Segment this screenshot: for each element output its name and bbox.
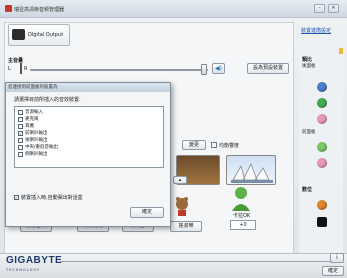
option-label: 耳機 [25, 124, 34, 129]
environment-opera-image[interactable] [226, 155, 276, 185]
info-icon: i [336, 254, 338, 261]
option-label: 音源輸入 [25, 110, 43, 115]
opera-house-icon [231, 163, 273, 183]
digital-output-device-icon [12, 29, 25, 40]
modify-button[interactable]: 變更 [182, 140, 206, 150]
speaker-mute-button[interactable]: ◀) [212, 63, 225, 74]
dialog-ok-button[interactable]: 確定 [130, 207, 164, 218]
option-checkbox[interactable] [18, 109, 23, 115]
digital-title: 數位 [302, 187, 313, 193]
option-checkbox[interactable] [18, 151, 23, 157]
option-line-in[interactable]: 音源輸入 [18, 109, 43, 115]
footer-divider [60, 261, 330, 262]
eq-rock-button[interactable]: 搖滾樂 [170, 221, 202, 232]
device-tab-label: Digital Output [28, 32, 64, 38]
karaoke-label: 卡拉OK [233, 213, 251, 219]
balance-left-label: L [8, 66, 11, 72]
front-panel-label: 前面板 [302, 130, 316, 135]
option-label: 前喇叭輸出 [25, 131, 48, 136]
jack-pink[interactable] [317, 114, 327, 124]
jack-front-green[interactable] [317, 142, 327, 152]
option-headphone[interactable]: 耳機 [18, 123, 34, 129]
option-checkbox[interactable] [18, 116, 23, 122]
volume-slider-knob[interactable] [201, 64, 207, 75]
option-side-speaker[interactable]: 側喇叭輸出 [18, 151, 48, 157]
option-microphone[interactable]: 麥克風 [18, 116, 39, 122]
option-rear-speaker[interactable]: 後喇叭輸出 [18, 137, 48, 143]
collapse-tab[interactable] [339, 48, 343, 54]
auto-popup-checkbox[interactable]: ✓ [14, 195, 19, 200]
option-checkbox[interactable] [18, 144, 23, 150]
karaoke-bear-icon [170, 193, 198, 219]
balance-right-label: R [24, 66, 28, 72]
volume-slider-track[interactable] [30, 69, 208, 71]
option-center-sub[interactable]: 中央/重低音輸出 [18, 144, 58, 150]
minimize-button[interactable]: – [314, 4, 325, 13]
jack-green[interactable] [317, 98, 327, 108]
gigabyte-logo-sub: TECHNOLOGY [6, 268, 41, 272]
jack-blue[interactable] [317, 82, 327, 92]
device-option-list[interactable]: 音源輸入 麥克風 耳機 ✓ 前喇叭輸出 後喇叭輸出 中央/重低音輸出 側喇叭輸出 [14, 106, 164, 168]
window-title: 瑞昱高清晰音频管理器 [14, 7, 65, 13]
option-checkbox[interactable] [18, 123, 23, 129]
spdif-coax-jack[interactable] [317, 200, 327, 210]
front-panel-jack-dialog: 您連接到前面板的裝置為 請選擇目前所插入的音效裝置: 音源輸入 麥克風 耳機 ✓… [5, 82, 171, 227]
jack-front-pink[interactable] [317, 158, 327, 168]
option-label: 後喇叭輸出 [25, 138, 48, 143]
gigabyte-logo: GIGABYTE [6, 255, 63, 266]
option-label: 側喇叭輸出 [25, 152, 48, 157]
loudness-label: 均衡響度 [219, 143, 240, 149]
spdif-optical-jack[interactable] [317, 217, 327, 227]
set-default-device-button[interactable]: 設為預設裝置 [247, 63, 289, 74]
dialog-title: 您連接到前面板的裝置為 [6, 83, 170, 92]
main-ok-button[interactable]: 確定 [322, 266, 344, 276]
analog-title: 類比 [302, 57, 313, 63]
loudness-checkbox[interactable] [211, 142, 217, 148]
app-icon [5, 5, 12, 12]
info-button[interactable]: i [330, 253, 344, 263]
speaker-icon: ◀) [215, 65, 222, 72]
close-button[interactable]: ✕ [328, 4, 339, 13]
option-front-speaker[interactable]: ✓ 前喇叭輸出 [18, 130, 48, 136]
karaoke-value-field[interactable]: +0 [230, 220, 256, 230]
option-checkbox-checked[interactable]: ✓ [18, 130, 23, 136]
advanced-settings-link[interactable]: 裝置進階設定 [301, 27, 331, 34]
option-label: 麥克風 [25, 117, 39, 122]
option-label: 中央/重低音輸出 [25, 145, 59, 150]
auto-popup-label: 裝置插入時,自動彈出對話盒 [21, 195, 83, 201]
environment-scroll-button[interactable]: ▴ [173, 176, 187, 184]
karaoke-person-icon [226, 185, 256, 211]
dialog-prompt: 請選擇目前所插入的音效裝置: [14, 97, 81, 103]
balance-slider-marker[interactable] [20, 63, 22, 74]
option-checkbox[interactable] [18, 137, 23, 143]
back-panel-label: 後面板 [302, 64, 316, 69]
auto-popup-option[interactable]: ✓ 裝置插入時,自動彈出對話盒 [14, 194, 83, 201]
